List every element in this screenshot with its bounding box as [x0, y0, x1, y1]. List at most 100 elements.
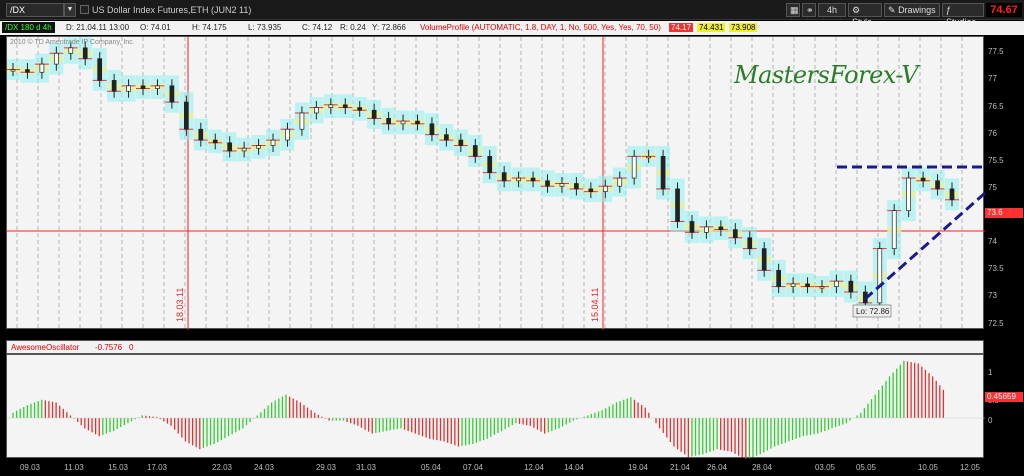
price-axis-tick: 77.5: [988, 47, 1004, 57]
candle-body: [559, 183, 565, 187]
candle-body: [530, 177, 536, 182]
candle-body: [747, 237, 753, 249]
symbol-info-icon[interactable]: [80, 5, 89, 14]
price-axis-tick: 73.5: [988, 264, 1004, 274]
last-price: 74.67: [986, 3, 1022, 17]
copyright-text: 2010 © TD Ameritrade IP Company, Inc.: [10, 39, 135, 46]
bar-date: D: 21.04.11 13:00: [66, 23, 130, 32]
bar-close: C: 74.12: [302, 23, 333, 32]
candle-body: [212, 139, 218, 144]
date-marker-label: 18.03.11: [175, 288, 185, 322]
candle-body: [198, 128, 204, 141]
oscillator-panel[interactable]: [6, 354, 985, 459]
low-label: Lo: 72.86: [856, 307, 890, 316]
time-axis-tick: 11.03: [64, 463, 84, 472]
candle-body: [25, 69, 30, 73]
oscillator-header: AwesomeOscillator -0.7576 0: [6, 340, 984, 354]
time-axis-tick: 15.03: [107, 463, 129, 472]
candle-body: [877, 248, 883, 304]
price-chart-panel[interactable]: 18.03.11 15.04.11 Lo: 72.86 2010 © TD Amer…: [6, 36, 985, 330]
price-axis-tick: 76.5: [988, 101, 1004, 111]
candle-body: [429, 123, 435, 136]
grid-icon[interactable]: ▦: [786, 3, 800, 17]
bar-open: O: 74.01: [140, 23, 171, 32]
candle-body: [819, 286, 825, 289]
time-axis-tick: 26.04: [706, 463, 728, 472]
candle-body: [299, 112, 305, 130]
candle-body: [472, 145, 478, 157]
time-axis-tick: 21.04: [669, 463, 691, 472]
candle-body: [574, 183, 579, 190]
time-axis-tick: 07.04: [462, 463, 484, 472]
pencil-icon: ✎: [888, 5, 896, 15]
osc-last-value-tag: 0.45659: [985, 392, 1023, 402]
time-axis-tick: 24.03: [253, 463, 275, 472]
oscillator-value: -0.7576: [95, 343, 123, 352]
candle-body: [675, 188, 680, 222]
candle-body: [328, 104, 334, 108]
candle-body: [10, 69, 16, 72]
price-level-tag: 73.6: [985, 208, 1023, 218]
candle-body: [458, 139, 464, 146]
candle-body: [602, 185, 608, 192]
study-label[interactable]: /DX 180 d 4h: [2, 22, 55, 33]
time-axis-tick: 12.05: [959, 463, 981, 472]
candle-body: [342, 104, 348, 108]
candle-body: [39, 63, 45, 73]
candle-body: [501, 172, 507, 182]
volume-profile-label[interactable]: VolumeProfile (AUTOMATIC, 1.8, DAY, 1, N…: [420, 23, 661, 32]
candle-body: [920, 177, 926, 182]
symbol-input[interactable]: /DX: [6, 3, 64, 17]
time-axis-tick: 28.04: [751, 463, 773, 472]
time-axis-tick: 29.03: [315, 463, 337, 472]
candle-body: [487, 156, 493, 173]
symbol-dropdown-button[interactable]: ▼: [64, 3, 76, 17]
time-axis-tick: 12.04: [523, 463, 545, 472]
drawings-button[interactable]: ✎ Drawings: [884, 3, 940, 17]
price-axis-tick: 77: [988, 74, 997, 84]
candle-body: [256, 145, 261, 149]
link-icon[interactable]: ⚭: [802, 3, 816, 17]
style-button[interactable]: ⚙ Style: [848, 3, 882, 27]
candle-body: [126, 85, 131, 92]
drawings-label: Drawings: [898, 5, 936, 15]
studies-icon: ƒ: [946, 5, 952, 15]
candle-body: [53, 52, 59, 65]
time-axis[interactable]: 09.03 11.03 15.03 17.03 22.03 24.03 29.03 31.03…: [0, 459, 1024, 476]
candle-body: [184, 101, 189, 130]
candle-body: [270, 139, 276, 146]
candle-body: [689, 221, 695, 233]
candle-body: [227, 142, 233, 152]
candle-body: [588, 188, 594, 192]
time-axis-tick: 31.03: [355, 463, 377, 472]
time-axis-tick: 19.04: [627, 463, 649, 472]
time-axis-tick: 09.03: [19, 463, 41, 472]
candle-body: [891, 210, 897, 249]
candle-body: [155, 85, 160, 89]
candle-body: [660, 156, 666, 190]
studies-button[interactable]: ƒ Studies: [942, 3, 984, 27]
candle-body: [805, 283, 810, 287]
time-axis-tick: 05.04: [420, 463, 442, 472]
candle-body: [631, 156, 637, 179]
candle-body: [761, 248, 767, 271]
oscillator-chart: [7, 360, 985, 459]
candle-body: [732, 229, 738, 239]
candle-body: [790, 283, 796, 287]
osc-ytick: 0: [988, 416, 993, 425]
bar-range: R: 0.24: [340, 23, 366, 32]
candle-body: [82, 47, 88, 60]
oscillator-axis[interactable]: 1 0.5 0.45659 0: [985, 354, 1024, 458]
top-toolbar: /DX ▼ US Dollar Index Futures,ETH (JUN2 …: [0, 0, 1024, 27]
price-axis-tick: 73: [988, 291, 997, 301]
bar-low: L: 73.935: [248, 23, 282, 32]
vp-value-3: 73.908: [729, 23, 758, 32]
price-axis-tick: 75: [988, 182, 997, 192]
candle-body: [704, 226, 709, 233]
candle-body: [140, 85, 146, 89]
price-axis[interactable]: 77.57776.57675.57574.57473.57372.5: [985, 36, 1024, 329]
price-axis-tick: 76: [988, 128, 997, 138]
oscillator-name[interactable]: AwesomeOscillator: [11, 343, 79, 352]
timeframe-button[interactable]: 4h: [818, 3, 846, 17]
candle-body: [848, 280, 854, 293]
